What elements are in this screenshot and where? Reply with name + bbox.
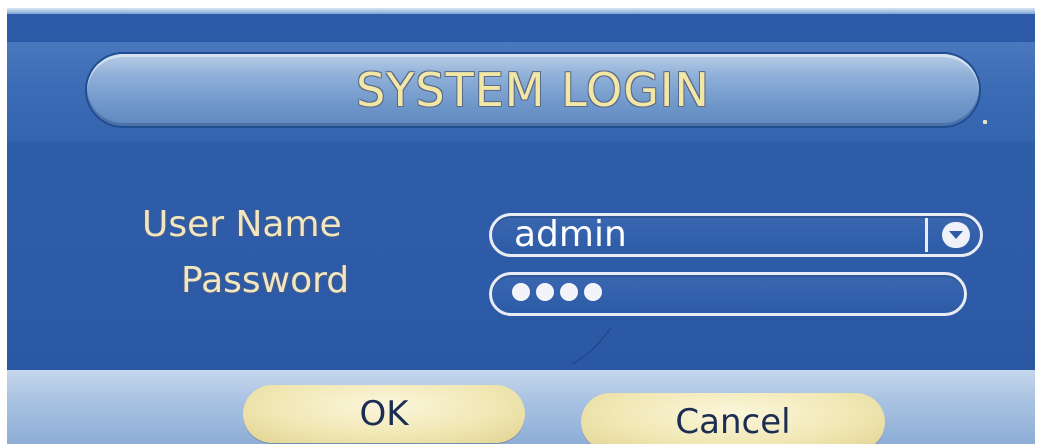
login-dialog: SYSTEM LOGIN User Name admin Password OK… [7,8,1035,444]
cancel-button[interactable]: Cancel [581,393,885,444]
password-mask-dot [536,283,554,301]
screen-glare-line [571,327,612,365]
username-dropdown-button[interactable] [942,222,970,248]
corner-dot [983,120,987,124]
ok-button[interactable]: OK [243,385,525,443]
window-top-border [7,8,1035,14]
select-divider [925,218,928,252]
chevron-down-icon [949,231,963,239]
password-mask-dot [512,283,530,301]
password-mask-dot [560,283,578,301]
password-mask [512,283,602,301]
password-mask-dot [584,283,602,301]
username-select[interactable]: admin [489,213,983,257]
username-label: User Name [142,204,342,245]
dialog-title: SYSTEM LOGIN [356,63,710,117]
password-label: Password [181,260,350,301]
username-value: admin [514,214,627,255]
password-field[interactable] [489,272,967,316]
title-bar: SYSTEM LOGIN [87,54,979,126]
